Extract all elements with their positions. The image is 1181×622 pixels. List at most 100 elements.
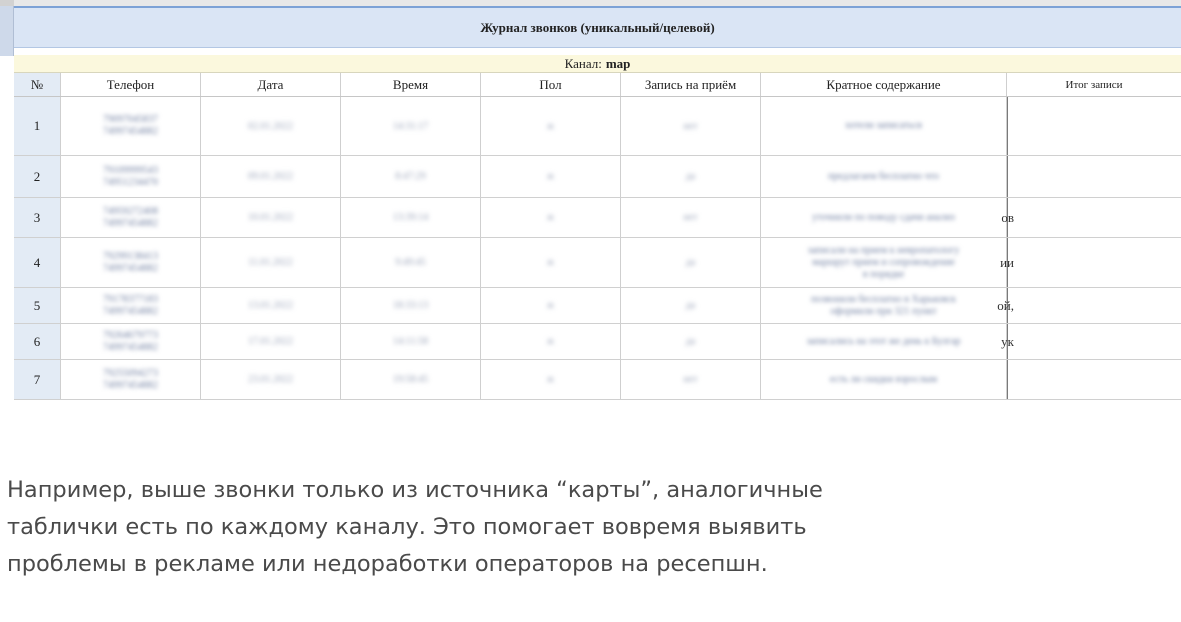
table-row[interactable]: 6 79264679773 74997454882 17.01.2022 14:11:5…: [14, 324, 1181, 360]
sex-cell[interactable]: ж: [481, 324, 621, 359]
result-cell[interactable]: [1007, 198, 1181, 237]
phone-values: 79097045837 74997454882: [103, 114, 158, 138]
phone-number: 74997454882: [103, 217, 158, 229]
summary-cell[interactable]: предлагаем бесплатно что: [761, 156, 1007, 197]
date-cell-value: 23.01.2022: [248, 374, 293, 385]
appointment-cell[interactable]: да: [621, 324, 761, 359]
row-gutter: [0, 6, 14, 56]
caption-text: Например, выше звонки только из источник…: [7, 472, 1167, 583]
date-cell[interactable]: 23.01.2022: [201, 360, 341, 399]
phone-cell[interactable]: 79255094273 74997454882: [61, 360, 201, 399]
table-row[interactable]: 7 79255094273 74997454882 23.01.2022 19:58:4…: [14, 360, 1181, 400]
summary-overflow-text: ов: [1001, 209, 1014, 225]
time-cell[interactable]: 13:39:14: [341, 198, 481, 237]
time-cell[interactable]: 9:49:45: [341, 238, 481, 287]
row-number[interactable]: 1: [14, 97, 61, 155]
phone-cell[interactable]: 79264679773 74997454882: [61, 324, 201, 359]
summary-cell[interactable]: есть ли скидки взрослым: [761, 360, 1007, 399]
date-cell[interactable]: 11.01.2022: [201, 238, 341, 287]
sex-cell[interactable]: ж: [481, 288, 621, 323]
appointment-cell-value: нет: [683, 374, 698, 385]
table-row[interactable]: 4 79299138413 74997454882 11.01.2022 9:49:45…: [14, 238, 1181, 288]
appointment-cell[interactable]: да: [621, 156, 761, 197]
date-cell[interactable]: 17.01.2022: [201, 324, 341, 359]
phone-values: 74959272408 74997454882: [103, 206, 158, 230]
sex-cell[interactable]: ж: [481, 198, 621, 237]
row-number[interactable]: 7: [14, 360, 61, 399]
phone-cell[interactable]: 79109999543 74951234470: [61, 156, 201, 197]
row-number[interactable]: 5: [14, 288, 61, 323]
summary-cell[interactable]: записались на этот же день к Булгар ук: [761, 324, 1014, 359]
summary-cell[interactable]: позвонили бесплатно в Харьковск оформили …: [761, 288, 1014, 323]
appointment-cell[interactable]: нет: [621, 97, 761, 155]
phone-number: 74997454882: [103, 305, 158, 317]
phone-cell[interactable]: 79097045837 74997454882: [61, 97, 201, 155]
summary-values: записали на прием к невропатологу маршрут…: [808, 245, 960, 281]
row-number[interactable]: 4: [14, 238, 61, 287]
table-row[interactable]: 5 79178377183 74997454882 13.01.2022 18:33:1…: [14, 288, 1181, 324]
appointment-cell[interactable]: да: [621, 238, 761, 287]
phone-number: 79178377183: [103, 293, 158, 305]
col-number[interactable]: №: [14, 73, 61, 96]
result-cell[interactable]: [1007, 360, 1181, 399]
sex-cell-value: ж: [547, 374, 554, 385]
summary-values: хотели записаться: [845, 120, 922, 132]
sex-cell[interactable]: ж: [481, 238, 621, 287]
phone-cell[interactable]: 79178377183 74997454882: [61, 288, 201, 323]
time-cell-value: 14:11:58: [392, 336, 429, 347]
sex-cell[interactable]: ж: [481, 360, 621, 399]
phone-cell[interactable]: 79299138413 74997454882: [61, 238, 201, 287]
table-row[interactable]: 1 79097045837 74997454882 02.01.2022 14:31:1…: [14, 97, 1181, 156]
date-cell-value: 17.01.2022: [248, 336, 293, 347]
row-number[interactable]: 6: [14, 324, 61, 359]
summary-cell[interactable]: записали на прием к невропатологу маршрут…: [761, 238, 1014, 287]
channel-value: map: [605, 55, 631, 71]
phone-number: 79097045837: [103, 114, 158, 125]
summary-values: записались на этот же день к Булгар: [806, 336, 960, 348]
col-summary[interactable]: Кратное содержание: [761, 73, 1007, 96]
sex-cell[interactable]: ж: [481, 97, 621, 155]
date-cell[interactable]: 02.01.2022: [201, 97, 341, 155]
channel-label: Канал:: [564, 55, 602, 71]
result-cell[interactable]: [1007, 238, 1181, 287]
sex-cell-value: ж: [547, 300, 554, 311]
result-cell[interactable]: [1007, 97, 1181, 155]
sex-cell-value: ж: [547, 257, 554, 268]
phone-number: 74959272408: [103, 205, 158, 217]
col-sex[interactable]: Пол: [481, 73, 621, 96]
col-date[interactable]: Дата: [201, 73, 341, 96]
date-cell-value: 13.01.2022: [248, 300, 293, 311]
time-cell[interactable]: 14:11:58: [341, 324, 481, 359]
date-cell[interactable]: 09.01.2022: [201, 156, 341, 197]
row-number[interactable]: 3: [14, 198, 61, 237]
phone-cell[interactable]: 74959272408 74997454882: [61, 198, 201, 237]
time-cell[interactable]: 18:33:13: [341, 288, 481, 323]
sex-cell[interactable]: ж: [481, 156, 621, 197]
result-cell[interactable]: [1007, 324, 1181, 359]
phone-number: 79255094273: [103, 367, 158, 379]
appointment-cell[interactable]: нет: [621, 360, 761, 399]
col-phone[interactable]: Телефон: [61, 73, 201, 96]
time-cell[interactable]: 8:47:29: [341, 156, 481, 197]
result-cell[interactable]: [1007, 288, 1181, 323]
col-appointment[interactable]: Запись на приём: [621, 73, 761, 96]
table-row[interactable]: 3 74959272408 74997454882 10.01.2022 13:39:1…: [14, 198, 1181, 238]
time-cell[interactable]: 19:58:45: [341, 360, 481, 399]
summary-cell[interactable]: уточнили по поводу сдачи анализ ов: [761, 198, 1014, 237]
date-cell-value: 11.01.2022: [248, 257, 293, 268]
appointment-cell[interactable]: да: [621, 288, 761, 323]
time-cell[interactable]: 14:31:17: [341, 97, 481, 155]
summary-cell[interactable]: хотели записаться: [761, 97, 1007, 155]
result-cell[interactable]: [1007, 156, 1181, 197]
date-cell[interactable]: 13.01.2022: [201, 288, 341, 323]
row-number[interactable]: 2: [14, 156, 61, 197]
date-cell[interactable]: 10.01.2022: [201, 198, 341, 237]
col-time[interactable]: Время: [341, 73, 481, 96]
table-row[interactable]: 2 79109999543 74951234470 09.01.2022 8:47:29…: [14, 156, 1181, 198]
col-result[interactable]: Итог записи: [1007, 73, 1181, 96]
date-cell-value: 02.01.2022: [248, 120, 293, 132]
appointment-cell-value: да: [685, 336, 696, 347]
time-cell-value: 9:49:45: [395, 257, 426, 268]
appointment-cell-value: нет: [683, 212, 698, 223]
appointment-cell[interactable]: нет: [621, 198, 761, 237]
